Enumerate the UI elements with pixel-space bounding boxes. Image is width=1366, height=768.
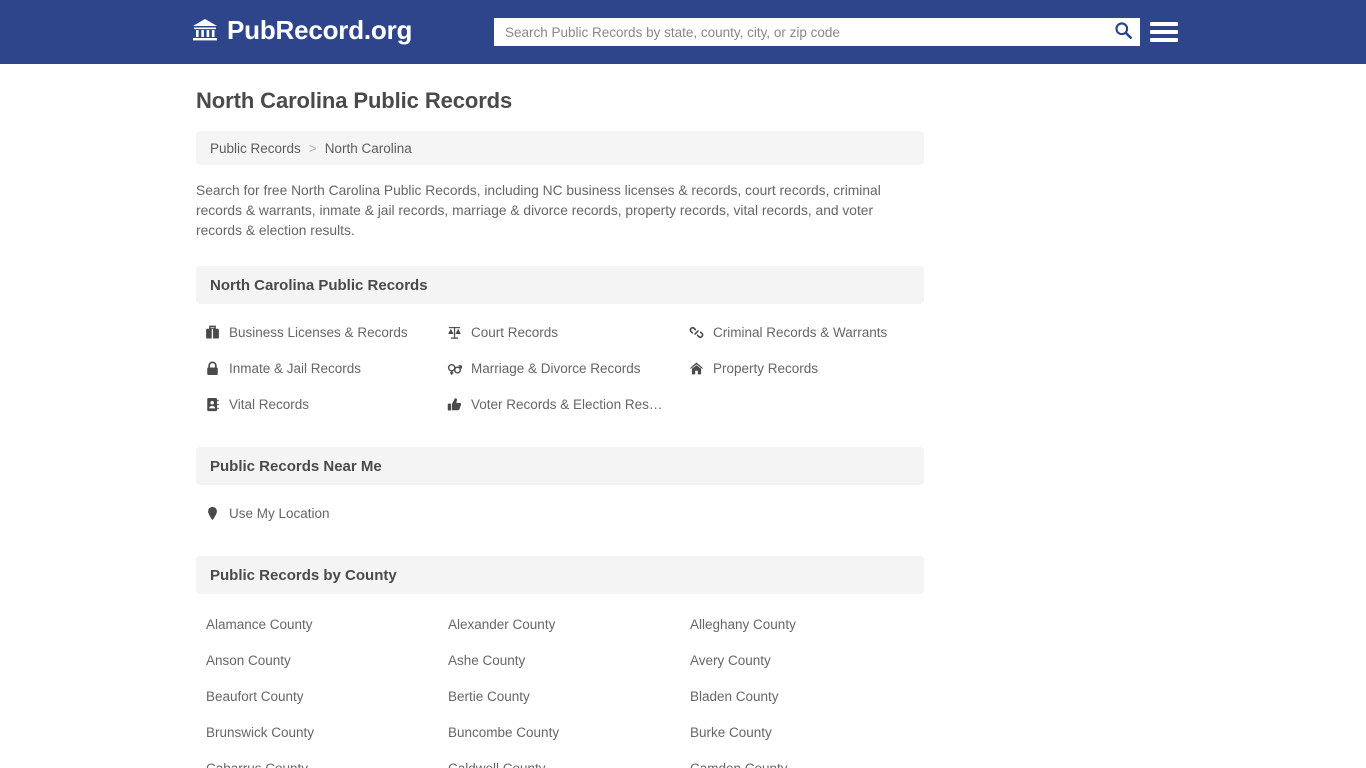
link-use-my-location[interactable]: Use My Location xyxy=(196,495,438,531)
link-label: Criminal Records & Warrants xyxy=(713,324,888,340)
section-heading-near-me: Public Records Near Me xyxy=(196,447,924,485)
link-label: Business Licenses & Records xyxy=(229,324,408,340)
brand-logo-link[interactable]: PubRecord.org xyxy=(192,17,412,43)
state-records-link-grid: Business Licenses & Records Court Record… xyxy=(196,314,1366,422)
briefcase-icon xyxy=(204,324,220,340)
county-link[interactable]: Avery County xyxy=(680,642,922,678)
link-vital-records[interactable]: Vital Records xyxy=(196,386,438,422)
page-description: Search for free North Carolina Public Re… xyxy=(196,183,881,238)
site-header: PubRecord.org xyxy=(0,0,1366,64)
link-voter-records-election-results[interactable]: Voter Records & Election Res… xyxy=(438,386,680,422)
section-heading-state-records: North Carolina Public Records xyxy=(196,266,924,304)
search-input[interactable] xyxy=(494,18,1106,46)
link-label: Property Records xyxy=(713,360,819,376)
county-link[interactable]: Caldwell County xyxy=(438,750,680,768)
county-link[interactable]: Alleghany County xyxy=(680,606,922,642)
brand-name: PubRecord.org xyxy=(227,15,413,45)
link-business-licenses-records[interactable]: Business Licenses & Records xyxy=(196,314,438,350)
county-link-grid: Alamance County Alexander County Allegha… xyxy=(196,606,1366,768)
link-label: Court Records xyxy=(471,324,559,340)
breadcrumb: Public Records > North Carolina xyxy=(196,131,924,165)
county-link[interactable]: Brunswick County xyxy=(196,714,438,750)
thumbs-up-icon xyxy=(446,396,462,412)
section-heading-by-county: Public Records by County xyxy=(196,556,924,594)
link-label: Marriage & Divorce Records xyxy=(471,360,641,376)
balance-scale-icon xyxy=(446,324,462,340)
breadcrumb-separator: > xyxy=(308,140,317,156)
county-link[interactable]: Bladen County xyxy=(680,678,922,714)
search-icon xyxy=(1114,21,1133,43)
hamburger-menu-icon-bar-1 xyxy=(1150,22,1178,26)
hamburger-menu-button[interactable] xyxy=(1150,20,1178,44)
link-label: Use My Location xyxy=(229,505,330,521)
link-court-records[interactable]: Court Records xyxy=(438,314,680,350)
county-link[interactable]: Camden County xyxy=(680,750,922,768)
search-bar xyxy=(494,18,1140,46)
lock-icon xyxy=(204,360,220,376)
home-icon xyxy=(688,360,704,376)
search-button[interactable] xyxy=(1106,18,1140,46)
link-label: Voter Records & Election Res… xyxy=(471,396,663,412)
hamburger-menu-icon-bar-2 xyxy=(1150,30,1178,34)
link-inmate-jail-records[interactable]: Inmate & Jail Records xyxy=(196,350,438,386)
venus-mars-icon xyxy=(446,360,462,376)
county-link[interactable]: Alexander County xyxy=(438,606,680,642)
county-link[interactable]: Bertie County xyxy=(438,678,680,714)
county-link[interactable]: Burke County xyxy=(680,714,922,750)
county-link[interactable]: Anson County xyxy=(196,642,438,678)
county-link[interactable]: Buncombe County xyxy=(438,714,680,750)
county-link[interactable]: Beaufort County xyxy=(196,678,438,714)
id-card-icon xyxy=(204,396,220,412)
main-content: North Carolina Public Records Public Rec… xyxy=(0,64,1366,768)
county-link[interactable]: Cabarrus County xyxy=(196,750,438,768)
hamburger-menu-icon-bar-3 xyxy=(1150,38,1178,42)
county-link[interactable]: Ashe County xyxy=(438,642,680,678)
link-criminal-records-warrants[interactable]: Criminal Records & Warrants xyxy=(680,314,922,350)
map-pin-icon xyxy=(204,505,220,521)
county-link[interactable]: Alamance County xyxy=(196,606,438,642)
bank-icon xyxy=(192,18,218,42)
link-label: Inmate & Jail Records xyxy=(229,360,362,376)
link-label: Vital Records xyxy=(229,396,310,412)
link-marriage-divorce-records[interactable]: Marriage & Divorce Records xyxy=(438,350,680,386)
chain-link-icon xyxy=(688,324,704,340)
near-me-link-grid: Use My Location xyxy=(196,495,1366,531)
page-title: North Carolina Public Records xyxy=(196,88,513,113)
link-property-records[interactable]: Property Records xyxy=(680,350,922,386)
breadcrumb-item-north-carolina[interactable]: North Carolina xyxy=(325,141,412,156)
breadcrumb-item-public-records[interactable]: Public Records xyxy=(210,141,301,156)
